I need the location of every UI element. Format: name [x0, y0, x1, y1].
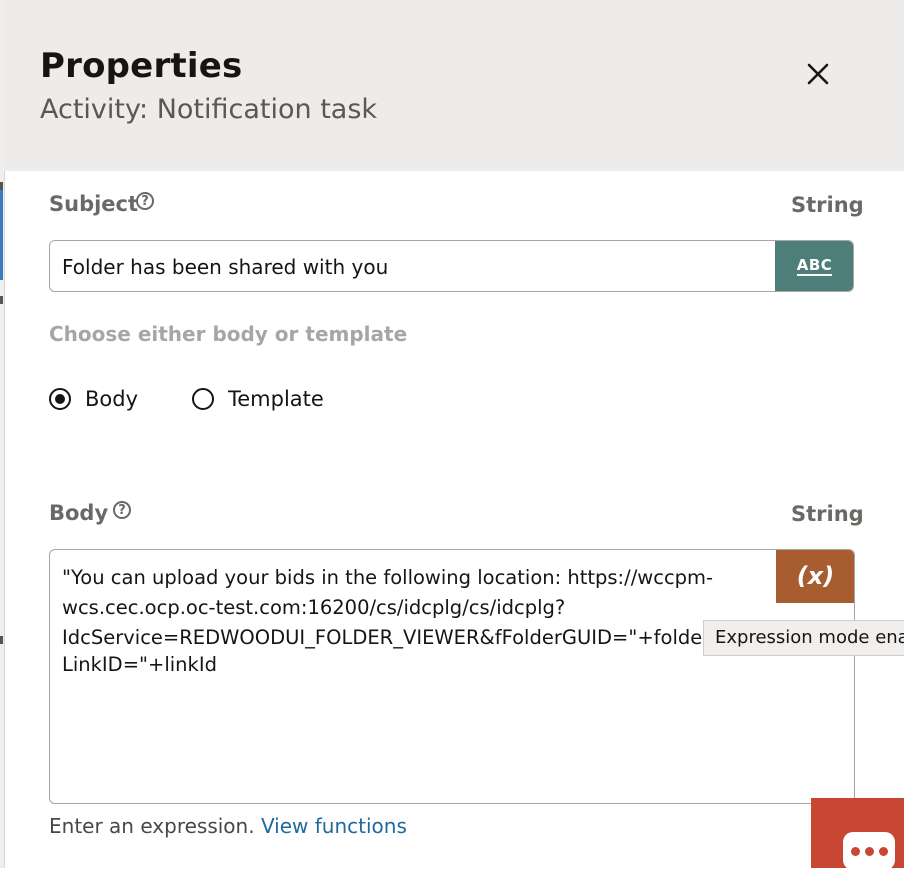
body-radio-option[interactable]: Body	[49, 386, 138, 412]
body-help-icon[interactable]: ?	[113, 501, 131, 519]
expression-mode-button[interactable]: (x)	[776, 550, 854, 603]
body-text-line[interactable]: "You can upload your bids in the followi…	[62, 566, 713, 589]
view-functions-link[interactable]: View functions	[261, 814, 407, 838]
choice-heading: Choose either body or template	[49, 322, 408, 346]
body-help-text: Enter an expression. View functions	[49, 814, 407, 838]
body-label: Body	[49, 501, 109, 525]
close-icon	[807, 63, 829, 85]
body-text-line[interactable]: IdcService=REDWOODUI_FOLDER_VIEWER&fFold…	[62, 626, 801, 649]
body-text-line[interactable]: LinkID="+linkId	[62, 653, 217, 676]
subject-help-icon[interactable]: ?	[136, 192, 154, 210]
properties-header: Properties Activity: Notification task	[4, 0, 904, 171]
chat-button[interactable]	[811, 798, 904, 870]
expression-mode-label: (x)	[796, 562, 835, 590]
body-expression-textarea[interactable]: "You can upload your bids in the followi…	[49, 549, 855, 804]
template-radio-option[interactable]: Template	[192, 386, 324, 412]
subject-type-label: String	[791, 193, 864, 217]
subject-input[interactable]: Folder has been shared with you ABC	[49, 240, 854, 292]
template-radio-button[interactable]	[192, 388, 214, 410]
background-mark	[0, 182, 3, 190]
subject-label: Subject	[49, 192, 139, 216]
radio-selected-dot	[55, 394, 65, 404]
body-help-prefix: Enter an expression.	[49, 814, 255, 838]
close-button[interactable]	[800, 56, 836, 92]
text-mode-label: ABC	[796, 256, 833, 276]
background-accent-bar	[0, 190, 3, 280]
template-radio-label[interactable]: Template	[228, 387, 324, 411]
background-mark	[0, 636, 3, 644]
panel-subtitle: Activity: Notification task	[40, 94, 378, 125]
background-mark	[0, 296, 3, 304]
expression-mode-tooltip: Expression mode enabled	[703, 620, 904, 656]
body-text-line[interactable]: wcs.cec.ocp.oc-test.com:16200/cs/idcplg/…	[62, 596, 565, 619]
chat-icon	[843, 832, 895, 870]
text-mode-button[interactable]: ABC	[775, 241, 853, 291]
panel-title: Properties	[40, 46, 243, 86]
subject-input-value[interactable]: Folder has been shared with you	[62, 255, 388, 279]
body-radio-label[interactable]: Body	[85, 387, 138, 411]
body-radio-button[interactable]	[49, 388, 71, 410]
body-type-label: String	[791, 502, 864, 526]
